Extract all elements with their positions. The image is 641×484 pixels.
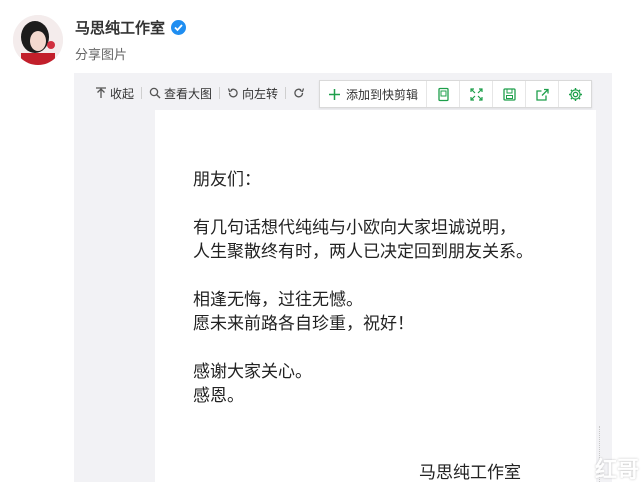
add-to-quick-edit-button[interactable]: 添加到快剪辑 — [320, 81, 426, 107]
collapse-button[interactable]: 收起 — [88, 85, 141, 102]
letter-line: 愿未来前路各自珍重，祝好！ — [193, 314, 414, 334]
rotate-left-label: 向左转 — [242, 86, 279, 101]
rotate-right-button[interactable] — [286, 87, 312, 99]
verified-icon — [171, 20, 187, 35]
watermark: 红哥 — [595, 458, 640, 483]
fullscreen-button[interactable] — [459, 81, 492, 107]
quick-tools-panel: 添加到快剪辑 — [319, 80, 593, 108]
gear-icon — [568, 87, 582, 101]
rotate-right-icon — [294, 88, 305, 98]
letter-line: 朋友们： — [193, 170, 261, 190]
rotate-left-icon — [227, 88, 238, 98]
view-large-label: 查看大图 — [164, 86, 213, 101]
phone-icon — [437, 87, 449, 101]
letter-line: 人生聚散终有时，两人已决定回到朋友关系。 — [193, 242, 533, 262]
search-icon — [149, 87, 161, 99]
letter-line: 相逢无悔，过往无憾。 — [193, 290, 363, 310]
avatar[interactable] — [13, 15, 63, 65]
save-button[interactable] — [492, 81, 525, 107]
rotate-left-button[interactable]: 向左转 — [220, 85, 285, 102]
plus-icon — [329, 88, 340, 100]
letter-line: 感恩。 — [193, 386, 244, 406]
expand-icon — [469, 87, 483, 101]
viewer-toolbar: 收起 查看大图 向左转 — [88, 83, 312, 103]
letter-image[interactable]: 朋友们： 有几句话想代纯纯与小欧向大家坦诚说明， 人生聚散终有时，两人已决定回到… — [155, 110, 596, 483]
letter-signature: 马思纯工作室 — [419, 463, 521, 483]
quick-edit-label: 添加到快剪辑 — [346, 87, 419, 102]
collapse-label: 收起 — [110, 86, 135, 101]
letter-line: 有几句话想代纯纯与小欧向大家坦诚说明， — [193, 218, 516, 238]
collapse-icon — [96, 87, 106, 98]
share-button[interactable] — [525, 81, 558, 107]
share-text: 分享图片 — [75, 48, 128, 63]
username[interactable]: 马思纯工作室 — [75, 17, 187, 38]
phone-preview-button[interactable] — [426, 81, 459, 107]
save-icon — [502, 87, 516, 101]
username-text[interactable]: 马思纯工作室 — [75, 17, 165, 38]
letter-line: 感谢大家关心。 — [193, 362, 312, 382]
share-icon — [535, 88, 549, 101]
settings-button[interactable] — [558, 81, 591, 107]
letter-body: 朋友们： 有几句话想代纯纯与小欧向大家坦诚说明， 人生聚散终有时，两人已决定回到… — [193, 168, 533, 408]
view-large-button[interactable]: 查看大图 — [142, 85, 219, 102]
